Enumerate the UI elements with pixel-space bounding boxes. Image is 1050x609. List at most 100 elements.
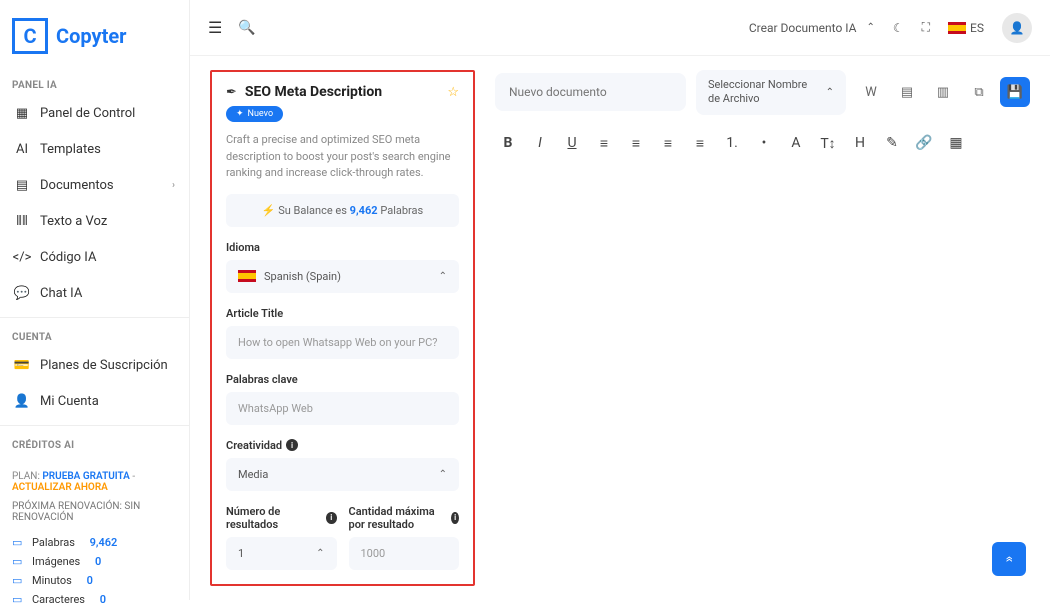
topbar: ☰ 🔍 Crear Documento IA ⌃ ☾ ⛶ ES 👤 [190,0,1050,56]
balance-box: ⚡ Su Balance es 9,462 Palabras [226,194,459,227]
copy-icon[interactable]: ⧉ [964,77,994,107]
double-chevron-up-icon: « [1001,556,1017,563]
credits-block: PLAN: PRUEBA GRATUITA - ACTUALIZAR AHORA… [0,455,189,533]
words-icon: ▭ [12,536,26,549]
chevron-up-icon: ⌃ [439,271,447,282]
chevron-up-icon: ⌃ [439,469,447,480]
export-pdf-icon[interactable]: ▤ [892,77,922,107]
label-num-results: Número de resultadosi [226,505,337,531]
info-icon[interactable]: i [451,512,459,524]
nav-planes[interactable]: 💳Planes de Suscripción [0,347,189,383]
bolt-icon: ⚡ [262,204,276,217]
label-keywords: Palabras clave [226,373,459,386]
nav-chat-ia[interactable]: 💬Chat IA [0,275,189,311]
nav-documentos[interactable]: ▤Documentos› [0,167,189,203]
italic-icon[interactable]: I [531,135,549,151]
feather-icon: ✒ [226,85,237,100]
logo[interactable]: C Copyter [0,10,189,72]
new-badge: ✦ Nuevo [226,106,283,122]
menu-toggle-icon[interactable]: ☰ [208,18,222,37]
minutes-icon: ▭ [12,574,26,587]
editor-content[interactable] [495,164,1030,586]
chevron-up-icon: ⌃ [826,86,834,99]
upgrade-link[interactable]: ACTUALIZAR AHORA [12,482,108,493]
editor-panel: Seleccionar Nombre de Archivo ⌃ W ▤ ▥ ⧉ … [495,70,1030,586]
nav-texto-voz[interactable]: ⦀⦀Texto a Voz [0,203,189,239]
divider [0,317,189,318]
stat-imagenes: ▭Imágenes 0 [0,552,189,571]
num-results-select[interactable]: 1 ⌃ [226,537,337,570]
font-size-icon[interactable]: T↕ [819,135,837,152]
plan-line: PLAN: PRUEBA GRATUITA - ACTUALIZAR AHORA [12,471,177,493]
sidebar: C Copyter PANEL IA ▦ Panel de Control AI T… [0,0,190,600]
scroll-top-button[interactable]: « [992,542,1026,576]
editor-toolbar: B I U ≡ ≡ ≡ ≡ 1. • A T↕ H ✎ 🔗 ▦ [495,123,1030,164]
export-txt-icon[interactable]: ▥ [928,77,958,107]
file-name-select[interactable]: Seleccionar Nombre de Archivo ⌃ [696,70,846,115]
font-icon[interactable]: A [787,135,805,151]
favorite-star-icon[interactable]: ☆ [447,85,459,100]
label-creativity: Creatividadi [226,439,459,452]
logo-text: Copyter [56,24,126,48]
audio-icon: ⦀⦀ [14,213,30,229]
logo-icon: C [12,18,48,54]
unordered-list-icon[interactable]: • [755,135,773,151]
document-name-input[interactable] [495,73,686,111]
nav-label: Planes de Suscripción [40,358,168,373]
language-switch[interactable]: ES [948,21,984,35]
max-per-result-input[interactable]: 1000 [349,537,460,570]
align-right-icon[interactable]: ≡ [659,135,677,152]
theme-toggle-icon[interactable]: ☾ [893,21,904,35]
highlight-icon[interactable]: ✎ [883,135,901,151]
label-max-per-result: Cantidad máxima por resultadoi [349,505,460,531]
avatar[interactable]: 👤 [1002,13,1032,43]
stat-minutos: ▭Minutos 0 [0,571,189,590]
section-panel-ia: PANEL IA [0,72,189,95]
language-select[interactable]: Spanish (Spain) ⌃ [226,260,459,293]
search-icon[interactable]: 🔍 [238,20,255,36]
export-word-icon[interactable]: W [856,77,886,107]
nav-mi-cuenta[interactable]: 👤Mi Cuenta [0,383,189,419]
ordered-list-icon[interactable]: 1. [723,135,741,151]
nav-label: Templates [40,142,101,157]
align-center-icon[interactable]: ≡ [627,135,645,152]
article-title-input[interactable]: How to open Whatsapp Web on your PC? [226,326,459,359]
main: ☰ 🔍 Crear Documento IA ⌃ ☾ ⛶ ES 👤 ✒ SEO … [190,0,1050,600]
label-language: Idioma [226,241,459,254]
create-doc-button[interactable]: Crear Documento IA ⌃ [749,21,875,35]
template-title: SEO Meta Description [245,84,382,100]
images-icon: ▭ [12,555,26,568]
info-icon[interactable]: i [326,512,337,524]
flag-es-icon [238,270,256,282]
workspace: ✒ SEO Meta Description ☆ ✦ Nuevo Craft a… [190,56,1050,600]
creativity-select[interactable]: Media ⌃ [226,458,459,491]
chevron-right-icon: › [172,180,175,191]
keywords-input[interactable]: WhatsApp Web [226,392,459,425]
nav-templates[interactable]: AI Templates [0,131,189,167]
flag-es-icon [948,22,966,34]
plan-name[interactable]: PRUEBA GRATUITA [42,471,130,482]
align-left-icon[interactable]: ≡ [595,135,613,152]
chevron-up-icon: ⌃ [866,22,874,33]
heading-icon[interactable]: H [851,135,869,151]
nav-label: Panel de Control [40,106,135,121]
bold-icon[interactable]: B [499,135,517,151]
templates-icon: AI [14,141,30,157]
save-button[interactable]: 💾 [1000,77,1030,107]
template-description: Craft a precise and optimized SEO meta d… [226,132,459,182]
nav-panel-control[interactable]: ▦ Panel de Control [0,95,189,131]
nav-label: Código IA [40,250,96,265]
renewal-line: PRÓXIMA RENOVACIÓN: SIN RENOVACIÓN [12,501,177,523]
nav-label: Mi Cuenta [40,394,99,409]
fullscreen-icon[interactable]: ⛶ [922,20,930,35]
link-icon[interactable]: 🔗 [915,135,933,151]
info-icon[interactable]: i [286,439,298,451]
chevron-up-icon: ⌃ [316,548,324,559]
underline-icon[interactable]: U [563,135,581,151]
table-icon[interactable]: ▦ [947,135,965,151]
align-justify-icon[interactable]: ≡ [691,135,709,152]
nav-label: Documentos [40,178,114,193]
stat-palabras: ▭Palabras 9,462 [0,533,189,552]
nav-codigo-ia[interactable]: </>Código IA [0,239,189,275]
dashboard-icon: ▦ [14,105,30,121]
